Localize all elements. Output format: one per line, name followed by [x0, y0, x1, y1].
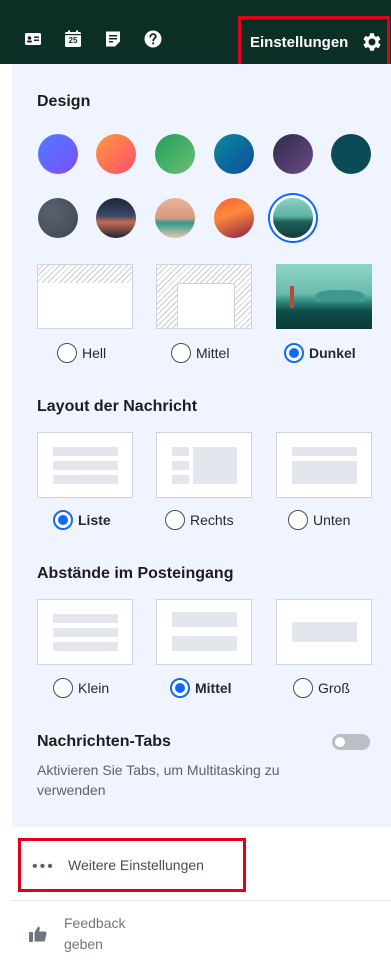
spacing-radio-mittel[interactable]: Mittel: [170, 678, 232, 698]
theme-swatch-beach[interactable]: [155, 198, 195, 238]
tabs-description: Aktivieren Sie Tabs, um Multitasking zu …: [37, 762, 280, 798]
mode-radio-hell[interactable]: Hell: [57, 343, 106, 363]
mode-thumb-mittel[interactable]: [156, 264, 252, 329]
layout-title: Layout der Nachricht: [37, 398, 198, 415]
tabs-toggle[interactable]: [332, 734, 370, 750]
calendar-day: 25: [68, 36, 78, 45]
theme-swatch-green[interactable]: [155, 134, 195, 174]
help-icon[interactable]: [144, 30, 162, 48]
theme-swatch-mountains[interactable]: [96, 198, 136, 238]
feedback-button[interactable]: Feedback geben: [24, 910, 184, 956]
radio-circle: [57, 343, 77, 363]
calendar-icon[interactable]: 25: [64, 30, 82, 48]
radio-label: Liste: [78, 512, 111, 528]
radio-label: Dunkel: [309, 345, 356, 361]
theme-swatch-blue-purple[interactable]: [38, 134, 78, 174]
layout-thumb-liste[interactable]: [37, 432, 133, 498]
radio-label: Mittel: [196, 345, 230, 361]
radio-circle: [53, 510, 73, 530]
spacing-thumb-mittel[interactable]: [156, 599, 252, 665]
radio-label: Rechts: [190, 512, 234, 528]
theme-swatch-coral[interactable]: [96, 134, 136, 174]
radio-label: Hell: [82, 345, 107, 361]
radio-circle: [284, 343, 304, 363]
radio-circle: [293, 678, 313, 698]
feedback-label: Feedback geben: [64, 915, 126, 952]
mode-radio-dunkel[interactable]: Dunkel: [284, 343, 356, 363]
thumbs-up-icon: [29, 926, 47, 942]
design-title: Design: [37, 93, 91, 110]
theme-swatch-purple-dark[interactable]: [273, 134, 313, 174]
layout-thumb-unten[interactable]: [276, 432, 372, 498]
contacts-card-icon[interactable]: [24, 30, 42, 48]
divider: [12, 900, 391, 901]
more-settings-highlight: [18, 838, 246, 892]
radio-circle: [53, 678, 73, 698]
theme-swatch-teal-blue[interactable]: [214, 134, 254, 174]
radio-circle: [171, 343, 191, 363]
radio-label: Mittel: [195, 680, 232, 696]
theme-swatch-slate[interactable]: [38, 198, 78, 238]
layout-thumb-rechts[interactable]: [156, 432, 252, 498]
theme-swatch-sunset[interactable]: [214, 198, 254, 238]
radio-circle: [165, 510, 185, 530]
radio-label: Klein: [78, 680, 110, 696]
tabs-title: Nachrichten-Tabs: [37, 733, 171, 750]
spacing-radio-gross[interactable]: Groß: [293, 678, 350, 698]
radio-label: Groß: [318, 680, 350, 696]
mode-radio-mittel[interactable]: Mittel: [171, 343, 229, 363]
theme-swatch-dark-teal[interactable]: [331, 134, 371, 174]
theme-swatch-lake[interactable]: [273, 198, 313, 238]
spacing-radio-klein[interactable]: Klein: [53, 678, 109, 698]
layout-radio-unten[interactable]: Unten: [288, 510, 350, 530]
spacing-thumb-klein[interactable]: [37, 599, 133, 665]
radio-circle: [288, 510, 308, 530]
layout-radio-rechts[interactable]: Rechts: [165, 510, 234, 530]
notepad-icon[interactable]: [104, 30, 122, 48]
layout-radio-liste[interactable]: Liste: [53, 510, 111, 530]
mode-thumb-hell[interactable]: [37, 264, 133, 329]
mode-thumb-dunkel[interactable]: [276, 264, 372, 329]
spacing-title: Abstände im Posteingang: [37, 565, 234, 582]
radio-circle: [170, 678, 190, 698]
radio-label: Unten: [313, 512, 351, 528]
spacing-thumb-gross[interactable]: [276, 599, 372, 665]
